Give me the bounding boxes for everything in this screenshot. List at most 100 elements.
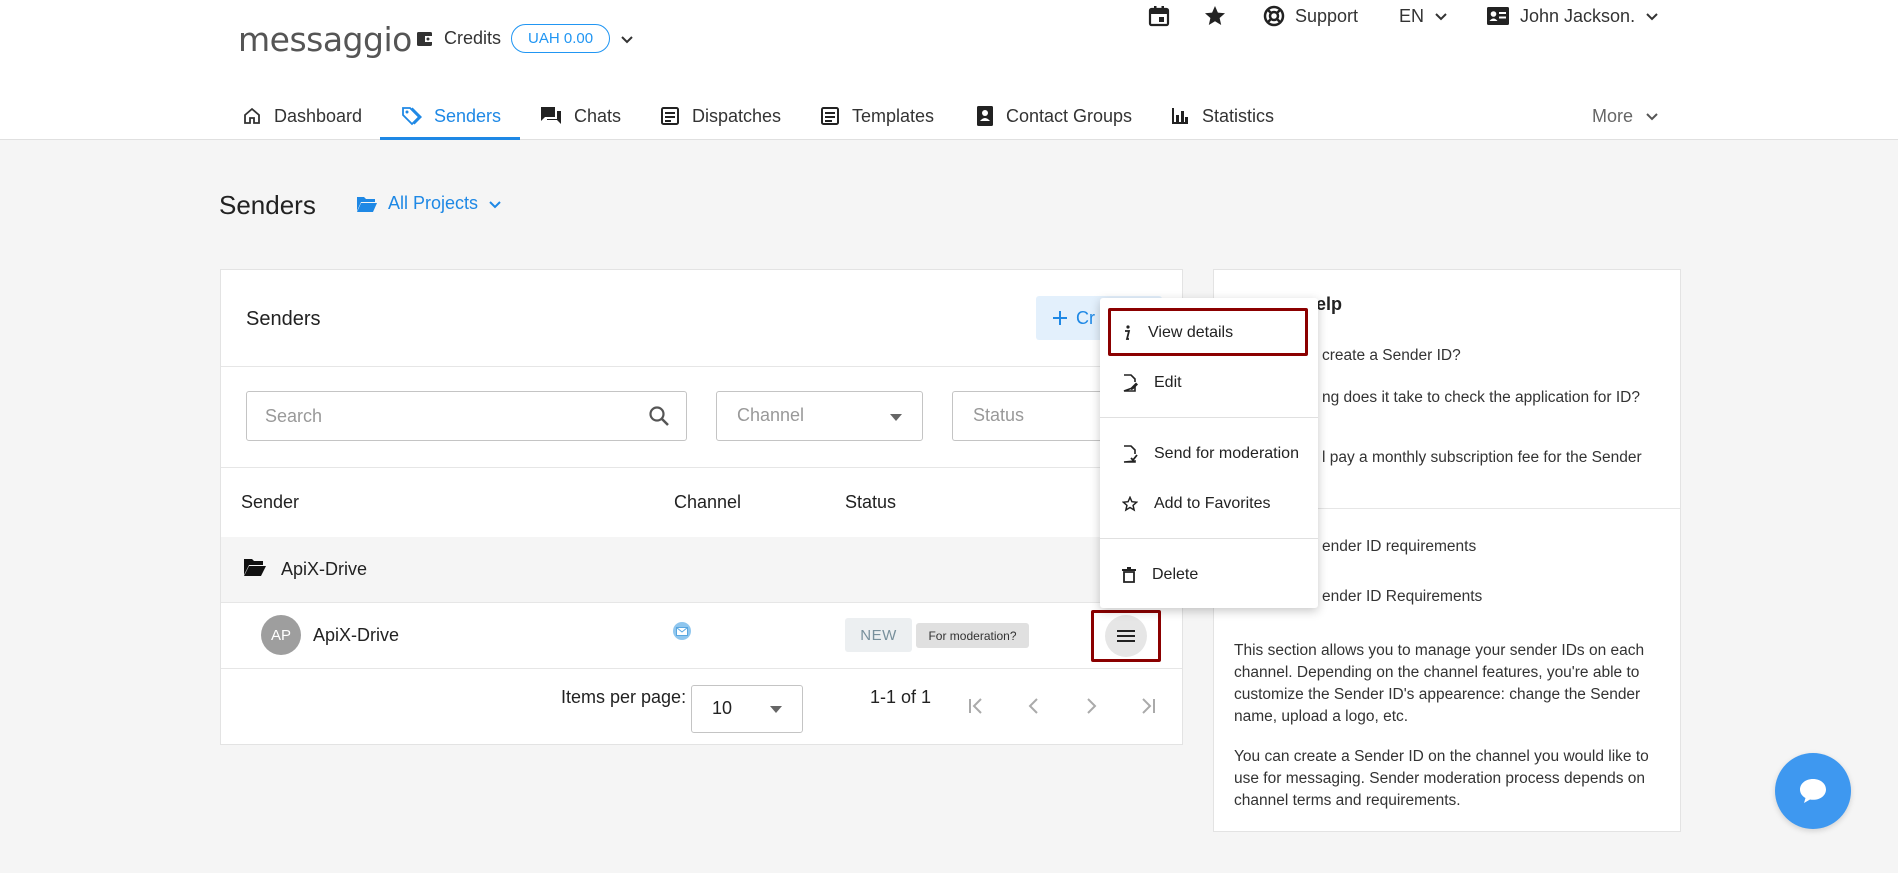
language-selector[interactable]: EN [1399,0,1448,32]
moderation-badge[interactable]: For moderation? [916,623,1029,648]
nav-item-label: Statistics [1202,105,1275,126]
nav-item-label: Chats [574,105,622,126]
caret-down-icon [890,414,902,421]
divider [221,668,1182,669]
previous-page-icon[interactable] [1024,696,1044,716]
status-select[interactable]: Status [952,391,1102,441]
project-selector[interactable]: All Projects [356,193,502,214]
credits-label: Credits [444,28,502,48]
home-icon [242,106,262,126]
nav-more-label: More [1592,105,1634,126]
contact-book-icon [976,105,994,127]
search-input[interactable] [265,406,625,427]
language-label: EN [1399,5,1425,26]
items-per-page-value: 10 [712,698,733,718]
project-group-row[interactable]: ApiX-Drive [221,537,1182,602]
menu-item-label: Edit [1154,374,1182,391]
user-menu[interactable]: John Jackson. [1486,0,1659,32]
menu-item-label: Delete [1152,566,1199,583]
menu-item-label: Add to Favorites [1154,495,1271,512]
column-header-sender[interactable]: Sender [241,492,299,513]
star-icon [1203,4,1227,28]
nav-item-label: Senders [434,105,502,126]
favorites-button[interactable] [1203,0,1227,32]
help-title: elp [1316,294,1343,314]
search-field[interactable] [246,391,687,441]
help-question-link[interactable]: l pay a monthly subscription fee for the… [1322,445,1672,470]
support-button[interactable]: Support [1263,0,1358,32]
nav-item-senders[interactable]: Senders [400,92,501,140]
nav-item-label: Dispatches [692,105,782,126]
credits-balance-badge[interactable]: UAH 0.00 [511,24,611,53]
project-selector-label: All Projects [388,193,479,213]
nav-item-label: Contact Groups [1006,105,1133,126]
items-per-page-select[interactable]: 10 [691,685,803,733]
nav-item-label: Templates [852,105,935,126]
star-outline-icon [1122,496,1138,512]
sender-name[interactable]: ApiX-Drive [313,625,399,646]
help-description: This section allows you to manage your s… [1234,642,1645,725]
status-select-placeholder: Status [973,405,1025,425]
chat-bubble-icon [1798,777,1828,805]
menu-item-add-to-favorites[interactable]: Add to Favorites [1100,479,1318,529]
nav-more-menu[interactable]: More [1592,92,1659,140]
project-group-name: ApiX-Drive [281,559,368,579]
menu-item-delete[interactable]: Delete [1100,550,1318,600]
column-header-status[interactable]: Status [845,492,896,513]
senders-card-title: Senders [246,308,321,330]
nav-item-statistics[interactable]: Statistics [1170,92,1274,140]
template-icon [820,106,840,126]
nav-item-templates[interactable]: Templates [820,92,934,140]
row-actions-button[interactable] [1091,610,1161,662]
logo-text: messaggio [238,19,412,59]
next-page-icon[interactable] [1081,696,1101,716]
channel-select-placeholder: Channel [737,405,805,425]
id-card-icon [1486,6,1510,26]
items-per-page-label: Items per page: [561,687,687,707]
avatar: AP [261,615,301,655]
plus-icon [1052,310,1068,326]
credits-widget[interactable]: Credits UAH 0.00 [416,24,634,53]
dispatch-icon [660,106,680,126]
active-tab-indicator [380,137,520,140]
nav-item-dispatches[interactable]: Dispatches [660,92,781,140]
trash-icon [1122,567,1136,583]
first-page-icon[interactable] [966,696,986,716]
lifebuoy-icon [1263,5,1285,27]
help-question-link[interactable]: create a Sender ID? [1322,343,1672,368]
status-badge: NEW [845,618,912,652]
divider [1100,538,1318,539]
help-requirements-link[interactable]: ender ID requirements [1322,534,1672,559]
chevron-down-icon [1434,9,1448,23]
wallet-icon [416,30,434,48]
last-page-icon[interactable] [1138,696,1158,716]
edit-document-icon [1122,374,1138,392]
divider [221,366,1182,367]
page-title: Senders [219,190,316,220]
nav-item-dashboard[interactable]: Dashboard [242,92,362,140]
create-sender-label: Cr [1076,307,1095,328]
caret-down-icon [770,706,782,713]
main-nav: Dashboard Senders Chats Dispatches Templ… [0,92,1898,140]
divider [221,602,1182,603]
menu-item-edit[interactable]: Edit [1100,358,1318,408]
pagination-range: 1-1 of 1 [870,687,932,707]
messaggio-logo[interactable]: messaggio [238,18,412,60]
column-header-channel[interactable]: Channel [674,492,741,513]
calendar-icon [1148,5,1170,27]
chevron-down-icon[interactable] [620,32,634,46]
chevron-down-icon [488,197,502,211]
chat-support-button[interactable] [1775,753,1851,829]
menu-icon [1105,615,1147,657]
channel-select[interactable]: Channel [716,391,923,441]
bar-chart-icon [1170,106,1190,126]
nav-item-contact-groups[interactable]: Contact Groups [976,92,1132,140]
chat-bubbles-icon [540,106,562,126]
nav-item-chats[interactable]: Chats [540,92,621,140]
calendar-button[interactable] [1148,0,1170,32]
menu-item-send-for-moderation[interactable]: Send for moderation [1100,429,1318,479]
search-icon[interactable] [648,405,670,427]
help-question-link[interactable]: ng does it take to check the application… [1322,385,1662,410]
help-requirements-link[interactable]: ender ID Requirements [1322,584,1672,609]
menu-item-label: Send for moderation [1154,445,1299,462]
